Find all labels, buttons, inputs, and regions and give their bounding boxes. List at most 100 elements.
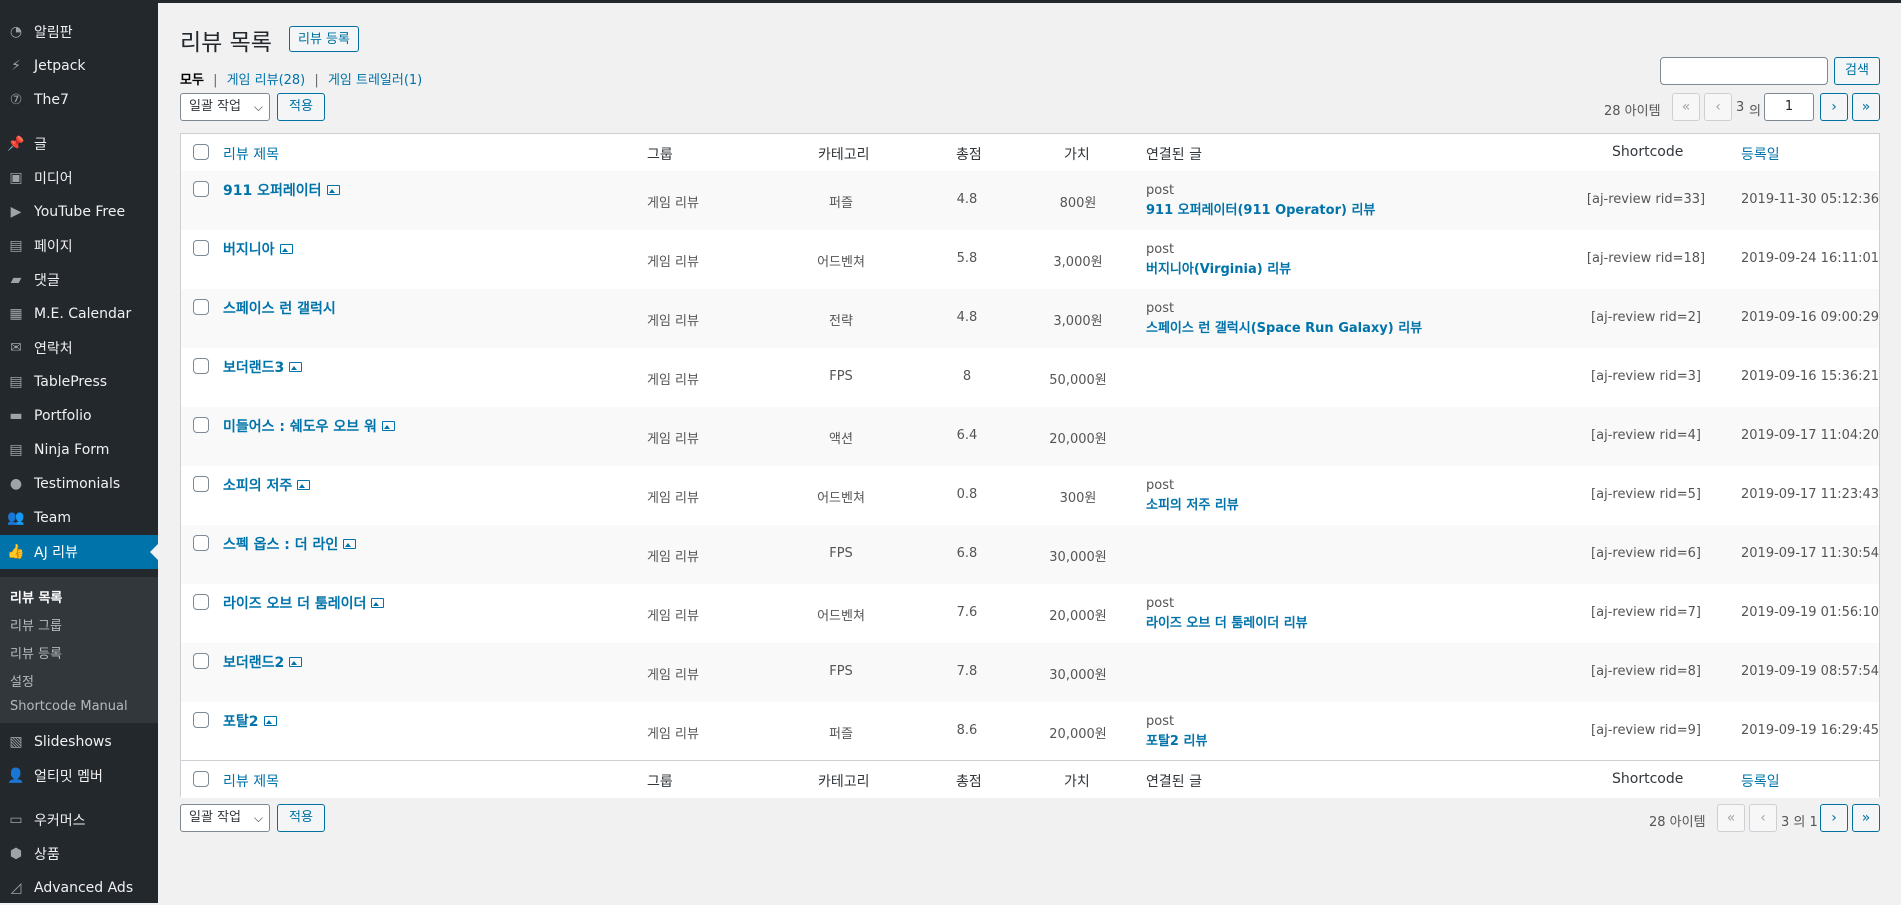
sidebar-item-1[interactable]: ⚡ Jetpack [0,49,158,83]
column-date-header[interactable]: 등록일 [1741,144,1780,164]
first-page-button-top[interactable]: « [1672,93,1700,121]
review-title-link[interactable]: 스펙 옵스 : 더 라인 [223,534,357,554]
review-title-link[interactable]: 911 오퍼레이터 [223,180,340,200]
sidebar-item-8[interactable]: ▦ M.E. Calendar [0,297,158,331]
image-icon [279,244,293,254]
filter-game-trailer[interactable]: 게임 트레일러(1) [328,73,422,88]
sidebar-item-7[interactable]: ▰ 댓글 [0,263,158,297]
sidebar-item-5[interactable]: ▶ YouTube Free [0,195,158,229]
row-checkbox[interactable] [193,299,209,315]
submenu-review-add[interactable]: 리뷰 등록 [10,643,62,662]
sidebar-item-label: The7 [34,92,69,108]
column-linked-footer: 연결된 글 [1146,774,1202,790]
of-label-top: 의 [1749,104,1761,119]
submenu-review-list[interactable]: 리뷰 목록 [10,587,62,606]
sidebar-item-label: Jetpack [34,58,86,74]
linked-post-link[interactable]: 라이즈 오브 더 툼레이더 리뷰 [1146,612,1308,631]
prev-page-button-top[interactable]: ‹ [1704,93,1732,121]
search-button[interactable]: 검색 [1834,57,1880,85]
review-title-link[interactable]: 버지니아 [223,239,293,259]
column-title-header[interactable]: 리뷰 제목 [223,144,279,164]
image-icon [343,539,357,549]
sidebar-item-6[interactable]: ▤ 페이지 [0,229,158,263]
filter-game-review[interactable]: 게임 리뷰(28) [227,73,306,88]
first-page-button-bottom[interactable]: « [1717,804,1745,832]
review-title-link[interactable]: 포탈2 [223,711,277,731]
review-title-link[interactable]: 보더랜드3 [223,357,303,377]
review-title-link[interactable]: 미들어스 : 쉐도우 오브 워 [223,416,395,436]
review-title: 라이즈 오브 더 툼레이더 [223,596,367,612]
row-checkbox[interactable] [193,181,209,197]
column-title-footer[interactable]: 리뷰 제목 [223,771,279,791]
bulk-action-select-top[interactable]: 일괄 작업 ⌵ [180,93,270,121]
table-row: 보더랜드2 게임 리뷰 FPS 7.8 30,000원 [aj-review rid=8]… [181,643,1879,702]
row-checkbox[interactable] [193,535,209,551]
sidebar-item-19[interactable]: ⬢ 상품 [0,837,158,871]
sidebar-item-17[interactable]: 👤 얼티밋 멤버 [0,759,158,793]
sidebar-item-10[interactable]: ▤ TablePress [0,365,158,399]
last-page-button-bottom[interactable]: » [1852,804,1880,832]
linked-post-link[interactable]: 포탈2 리뷰 [1146,730,1207,749]
sidebar-item-15[interactable]: 👍 AJ 리뷰 [0,535,158,569]
sidebar-item-16[interactable]: ▧ Slideshows [0,725,158,759]
linked-post-link[interactable]: 911 오퍼레이터(911 Operator) 리뷰 [1146,199,1375,218]
column-shortcode-footer: Shortcode [1612,771,1684,787]
submenu-settings[interactable]: 설정 [10,671,34,690]
sidebar-item-11[interactable]: ▬ Portfolio [0,399,158,433]
row-checkbox[interactable] [193,417,209,433]
review-title-link[interactable]: 라이즈 오브 더 툼레이더 [223,593,385,613]
sidebar-item-20[interactable]: ◿ Advanced Ads [0,871,158,905]
next-page-button-top[interactable]: › [1820,93,1848,121]
linked-post-link[interactable]: 스페이스 런 갤럭시(Space Run Galaxy) 리뷰 [1146,317,1422,336]
row-checkbox[interactable] [193,594,209,610]
sidebar-item-3[interactable]: 📌 글 [0,127,158,161]
the7-icon: ⑦ [9,92,23,108]
search-input[interactable] [1660,57,1828,85]
sidebar-item-13[interactable]: ● Testimonials [0,467,158,501]
row-checkbox[interactable] [193,476,209,492]
review-category: 어드벤쳐 [817,491,865,506]
linked-post-link[interactable]: 버지니아(Virginia) 리뷰 [1146,258,1291,277]
sidebar-item-0[interactable]: ◔ 알림판 [0,15,158,49]
sidebar-item-label: 우커머스 [34,813,86,829]
select-all-checkbox-bottom[interactable] [193,771,209,787]
apply-button-top[interactable]: 적용 [277,93,325,121]
review-title-link[interactable]: 스페이스 런 갤럭시 [223,298,336,318]
last-page-button-top[interactable]: » [1852,93,1880,121]
next-page-button-bottom[interactable]: › [1820,804,1848,832]
linked-post-link[interactable]: 소피의 저주 리뷰 [1146,494,1239,513]
sidebar-item-14[interactable]: 👥 Team [0,501,158,535]
row-checkbox[interactable] [193,358,209,374]
apply-button-bottom[interactable]: 적용 [277,804,325,832]
add-review-button[interactable]: 리뷰 등록 [289,26,359,52]
submenu-review-group[interactable]: 리뷰 그룹 [10,615,62,634]
sidebar-item-9[interactable]: ✉ 연락처 [0,331,158,365]
column-group-footer: 그룹 [647,774,673,790]
submenu-shortcode-manual[interactable]: Shortcode Manual [10,699,128,714]
current-page-input[interactable]: 1 [1764,93,1814,121]
chevron-down-icon: ⌵ [253,811,263,825]
review-category: 퍼즐 [829,727,853,742]
row-checkbox[interactable] [193,712,209,728]
review-group: 게임 리뷰 [647,550,699,565]
sidebar-item-18[interactable]: ▭ 우커머스 [0,803,158,837]
sidebar-item-4[interactable]: ▣ 미디어 [0,161,158,195]
row-checkbox[interactable] [193,653,209,669]
sidebar-item-12[interactable]: ▤ Ninja Form [0,433,158,467]
linked-post-type: post [1146,242,1175,257]
table-icon: ▤ [9,374,23,390]
column-date-footer[interactable]: 등록일 [1741,771,1780,791]
review-title-link[interactable]: 보더랜드2 [223,652,303,672]
filter-all[interactable]: 모두 [180,73,204,88]
bulk-action-select-bottom[interactable]: 일괄 작업 ⌵ [180,804,270,832]
row-checkbox[interactable] [193,240,209,256]
media-icon: ▣ [9,170,23,186]
review-price: 30,000원 [1049,550,1107,565]
select-all-checkbox[interactable] [193,144,209,160]
review-title-link[interactable]: 소피의 저주 [223,475,311,495]
review-shortcode: [aj-review rid=18] [1586,251,1706,266]
chevron-down-icon: ⌵ [253,100,263,114]
prev-page-button-bottom[interactable]: ‹ [1749,804,1777,832]
column-group-header: 그룹 [647,147,673,163]
sidebar-item-2[interactable]: ⑦ The7 [0,83,158,117]
